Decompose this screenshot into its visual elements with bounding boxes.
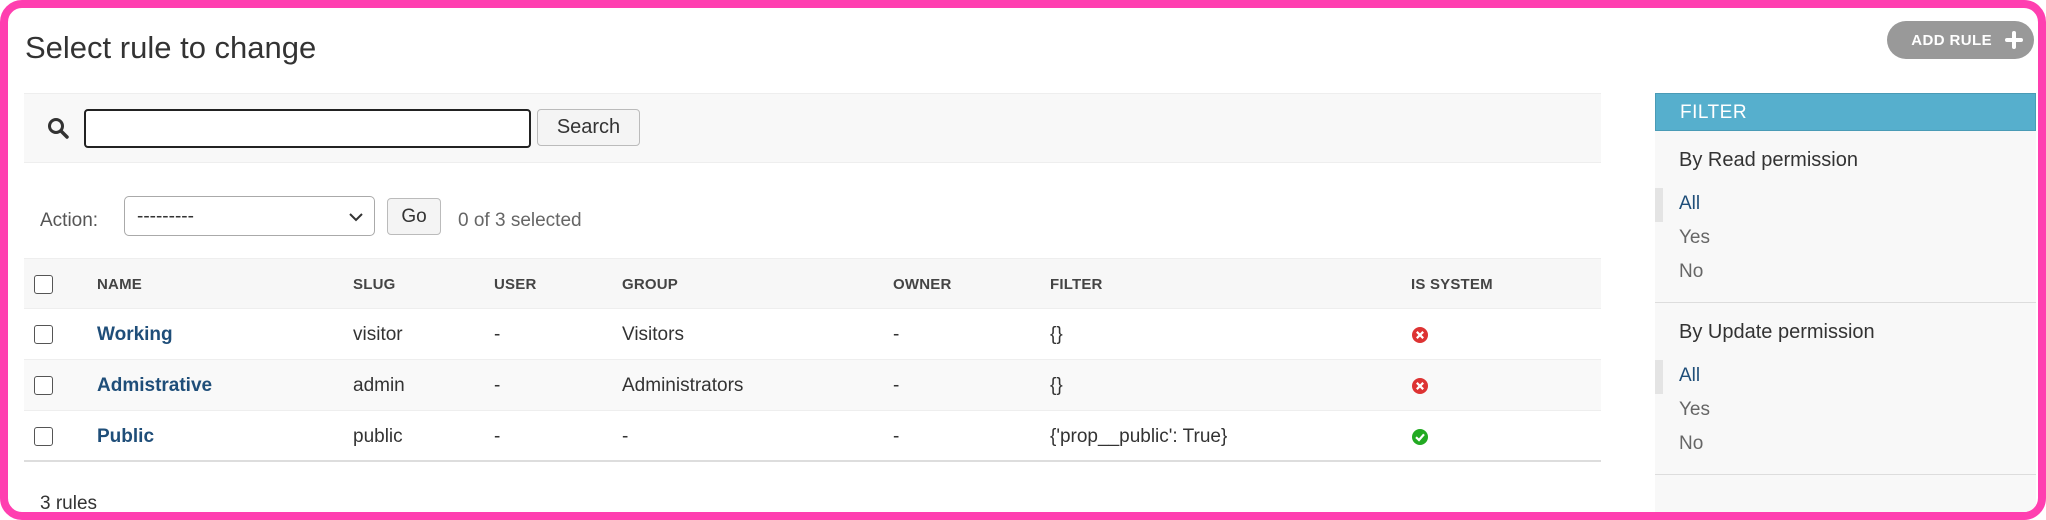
column-header-name[interactable]: NAME bbox=[97, 259, 142, 310]
rule-group: Administrators bbox=[622, 374, 744, 396]
table-header-row: NAME SLUG USER GROUP OWNER FILTER IS SYS… bbox=[24, 258, 1601, 309]
plus-icon bbox=[2005, 31, 2023, 49]
select-all-checkbox[interactable] bbox=[34, 275, 53, 294]
x-circle-icon bbox=[1412, 326, 1428, 343]
column-header-group[interactable]: GROUP bbox=[622, 259, 678, 310]
column-header-filter[interactable]: FILTER bbox=[1050, 259, 1103, 310]
rule-is-system bbox=[1411, 360, 1429, 411]
x-circle-icon bbox=[1412, 377, 1428, 394]
rule-owner: - bbox=[893, 323, 900, 345]
row-select-cell bbox=[34, 360, 74, 411]
changelist-main: Search Action: --------- Go 0 of 3 selec… bbox=[24, 93, 1601, 512]
search-toolbar: Search bbox=[24, 93, 1601, 163]
table-row: Admistrative admin - Administrators - {} bbox=[24, 360, 1601, 411]
column-header-user[interactable]: USER bbox=[494, 259, 536, 310]
check-circle-icon bbox=[1412, 428, 1428, 445]
selection-counter: 0 of 3 selected bbox=[458, 210, 582, 231]
results-table: NAME SLUG USER GROUP OWNER FILTER IS SYS… bbox=[24, 258, 1601, 462]
filter-group-update-permission: By Update permission All Yes No bbox=[1655, 303, 2036, 475]
result-count: 3 rules bbox=[40, 493, 98, 514]
go-button[interactable]: Go bbox=[387, 198, 441, 235]
rule-owner: - bbox=[893, 425, 900, 447]
row-checkbox[interactable] bbox=[34, 325, 53, 344]
column-header-slug[interactable]: SLUG bbox=[353, 259, 395, 310]
rule-name-link[interactable]: Public bbox=[97, 426, 154, 448]
column-header-is-system[interactable]: IS SYSTEM bbox=[1411, 259, 1493, 310]
filter-title: By Update permission bbox=[1679, 321, 1875, 343]
select-all-cell bbox=[34, 259, 74, 310]
chevron-down-icon bbox=[349, 213, 363, 222]
rule-user: - bbox=[494, 323, 501, 345]
filter-option-no[interactable]: No bbox=[1655, 256, 2036, 290]
add-rule-button[interactable]: ADD RULE bbox=[1887, 21, 2034, 59]
rule-is-system bbox=[1411, 411, 1429, 462]
rule-slug: admin bbox=[353, 374, 405, 396]
row-select-cell bbox=[34, 309, 74, 360]
filter-option-all[interactable]: All bbox=[1655, 188, 2036, 222]
rule-filter: {} bbox=[1050, 374, 1063, 396]
rule-group: Visitors bbox=[622, 323, 684, 345]
rule-slug: public bbox=[353, 425, 403, 447]
rule-slug: visitor bbox=[353, 323, 403, 345]
table-row: Working visitor - Visitors - {} bbox=[24, 309, 1601, 360]
action-select[interactable]: --------- bbox=[124, 196, 375, 236]
filter-option-yes[interactable]: Yes bbox=[1655, 222, 2036, 256]
search-icon bbox=[48, 118, 69, 139]
column-header-owner[interactable]: OWNER bbox=[893, 259, 952, 310]
filter-option-no[interactable]: No bbox=[1655, 428, 2036, 462]
rule-user: - bbox=[494, 425, 501, 447]
action-bar: Action: --------- Go 0 of 3 selected bbox=[24, 163, 1601, 258]
rule-user: - bbox=[494, 374, 501, 396]
search-button[interactable]: Search bbox=[537, 109, 640, 146]
rule-name-link[interactable]: Admistrative bbox=[97, 375, 212, 397]
rule-owner: - bbox=[893, 374, 900, 396]
rule-filter: {'prop__public': True} bbox=[1050, 425, 1228, 447]
row-checkbox[interactable] bbox=[34, 376, 53, 395]
rule-is-system bbox=[1411, 309, 1429, 360]
action-label: Action: bbox=[40, 210, 99, 231]
filter-option-all[interactable]: All bbox=[1655, 360, 2036, 394]
filter-header: FILTER bbox=[1655, 93, 2036, 131]
filter-group-read-permission: By Read permission All Yes No bbox=[1655, 131, 2036, 303]
rule-group: - bbox=[622, 425, 629, 447]
admin-window: Select rule to change ADD RULE Search Ac… bbox=[0, 0, 2046, 520]
search-input[interactable] bbox=[84, 109, 531, 148]
row-select-cell bbox=[34, 411, 74, 462]
filter-option-yes[interactable]: Yes bbox=[1655, 394, 2036, 428]
page-title: Select rule to change bbox=[25, 30, 317, 65]
rule-filter: {} bbox=[1050, 323, 1063, 345]
add-rule-label: ADD RULE bbox=[1911, 31, 1992, 49]
action-select-value: --------- bbox=[137, 206, 194, 227]
table-row: Public public - - - {'prop__public': Tru… bbox=[24, 411, 1601, 462]
row-checkbox[interactable] bbox=[34, 427, 53, 446]
filter-sidebar: FILTER By Read permission All Yes No By … bbox=[1655, 93, 2036, 512]
rule-name-link[interactable]: Working bbox=[97, 324, 173, 346]
filter-title: By Read permission bbox=[1679, 149, 1858, 171]
